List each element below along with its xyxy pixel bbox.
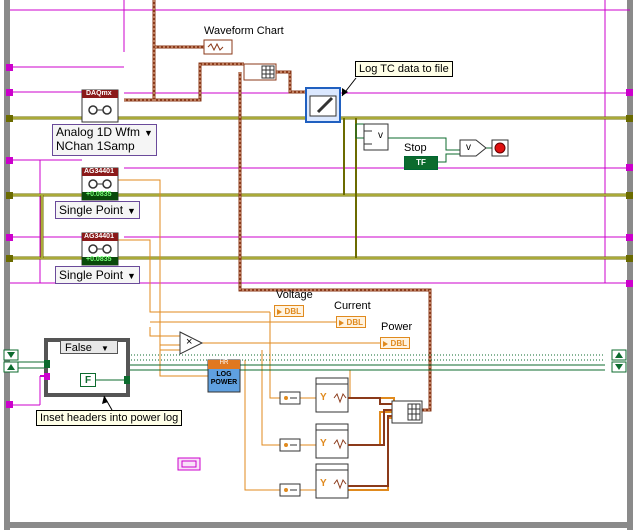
convert-node-3[interactable] (279, 483, 301, 497)
power-indicator[interactable]: DBL (380, 337, 410, 349)
pink-constant[interactable] (177, 457, 201, 471)
single-point-ring-1[interactable]: Single Point ▼ (55, 201, 140, 219)
ag-value-2: +0.0835 (86, 256, 112, 263)
tunnel-4 (6, 115, 13, 122)
chevron-down-icon: ▼ (100, 344, 109, 353)
single-point-label-2: Single Point (59, 268, 124, 282)
daqmx-ring-line2: NChan 1Samp (56, 139, 135, 153)
multiply-symbol: × (186, 336, 193, 348)
build-array-bottom[interactable] (391, 400, 423, 424)
while-loop-frame-bottom (4, 522, 633, 528)
tunnel-r7 (626, 280, 633, 287)
tunnel-7 (6, 401, 13, 408)
ag-title-1: AG34401 (84, 168, 114, 175)
case-selector-value: False (65, 342, 92, 354)
chevron-down-icon: ▼ (144, 128, 153, 138)
shift-register-right[interactable] (611, 349, 627, 373)
log-power-hr: HR (219, 360, 229, 366)
tunnel-r3 (626, 164, 633, 171)
stop-label: Stop (404, 142, 427, 154)
false-constant[interactable]: F (80, 373, 96, 387)
chevron-down-icon: ▼ (127, 206, 136, 216)
tunnel-1 (6, 89, 13, 96)
chevron-down-icon: ▼ (127, 271, 136, 281)
green-dotted-wire (128, 354, 605, 361)
stop-indicator[interactable] (491, 139, 509, 157)
ag-title-2: AG34401 (84, 233, 114, 240)
waveform-y-3: Y (320, 478, 327, 489)
single-point-label-1: Single Point (59, 203, 124, 217)
current-label: Current (334, 300, 371, 312)
waveform-chart-terminal[interactable] (203, 39, 233, 55)
while-loop-frame-right (627, 0, 633, 530)
waveform-y-1: Y (320, 392, 327, 403)
tunnel-r2 (626, 115, 633, 122)
tunnel-3 (6, 234, 13, 241)
or-gate-symbol: v (466, 142, 471, 153)
log-tc-comment: Log TC data to file (355, 61, 453, 77)
voltage-label: Voltage (276, 289, 313, 301)
case-pink-tunnel (44, 373, 50, 380)
inset-headers-comment: Inset headers into power log (36, 410, 183, 426)
daqmx-ring[interactable]: Analog 1D Wfm ▼ NChan 1Samp (52, 124, 157, 156)
tunnel-r5 (626, 234, 633, 241)
convert-node-2[interactable] (279, 438, 301, 452)
single-point-ring-2[interactable]: Single Point ▼ (55, 266, 140, 284)
waveform-y-2: Y (320, 438, 327, 449)
stop-terminal[interactable]: TF (404, 156, 438, 170)
case-output-tunnel (124, 376, 130, 384)
tunnel-r4 (626, 192, 633, 199)
ag-value-1: +0.0835 (86, 191, 112, 198)
tunnel-r1 (626, 89, 633, 96)
case-selector-tunnel (44, 360, 50, 368)
or-gate[interactable] (459, 139, 487, 157)
tunnel-r6 (626, 255, 633, 262)
compound-or-symbol: v (378, 130, 383, 141)
block-diagram (3, 0, 633, 530)
convert-node-1[interactable] (279, 391, 301, 405)
while-loop-frame (4, 0, 10, 530)
power-label: Power (381, 321, 413, 333)
build-array-top[interactable] (243, 63, 277, 81)
daqmx-ring-line1: Analog 1D Wfm (56, 125, 141, 139)
log-power-line2: POWER (210, 379, 238, 386)
or-compound-node[interactable] (363, 123, 389, 151)
voltage-indicator[interactable]: DBL (274, 305, 304, 317)
log-tc-subvi[interactable] (305, 87, 341, 123)
current-indicator[interactable]: DBL (336, 316, 366, 328)
log-power-line1: LOG (216, 371, 232, 378)
tunnel-8 (6, 64, 13, 71)
waveform-chart-label: Waveform Chart (204, 25, 284, 37)
tunnel-6 (6, 255, 13, 262)
case-selector[interactable]: False ▼ (60, 340, 118, 354)
log-power-text: LOG POWER (208, 371, 240, 387)
daqmx-title: DAQmx (86, 90, 112, 97)
tunnel-5 (6, 192, 13, 199)
tunnel-2 (6, 157, 13, 164)
